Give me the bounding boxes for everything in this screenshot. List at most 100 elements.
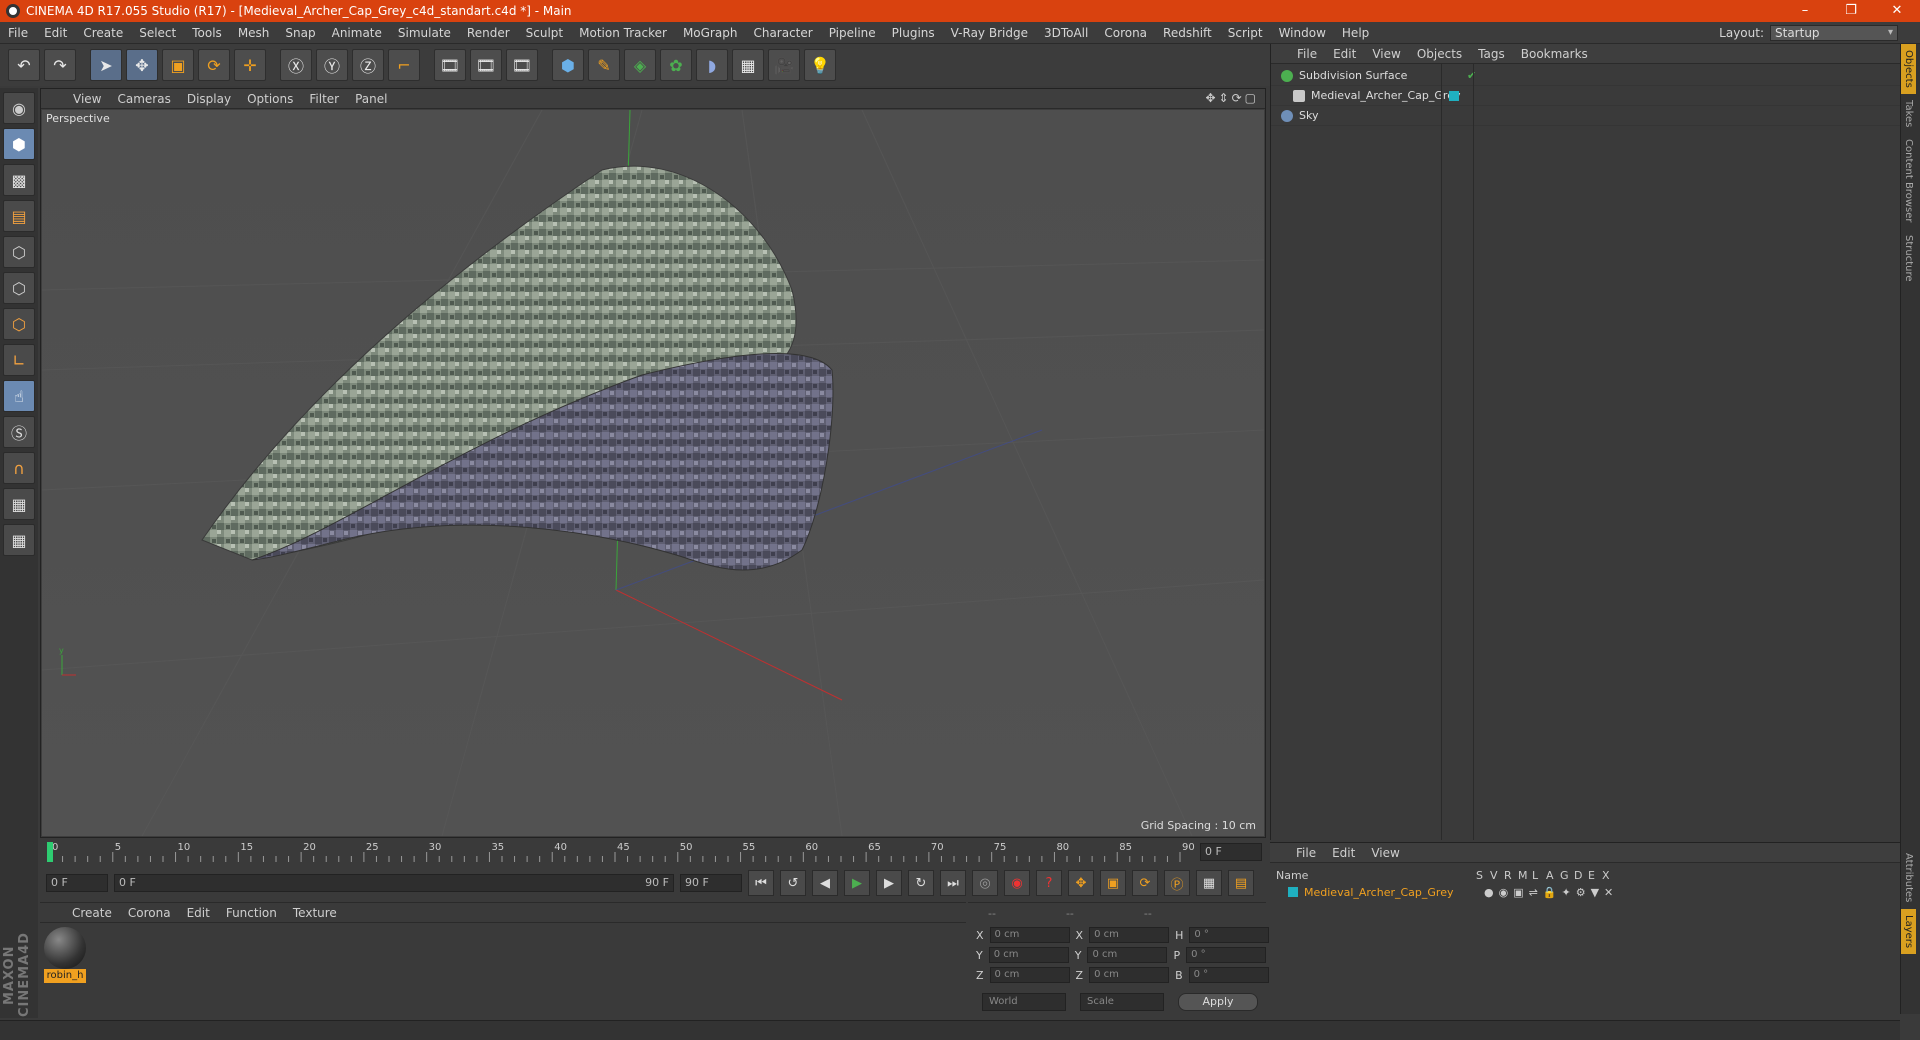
key-position-icon[interactable]: ✥: [1068, 870, 1094, 896]
x-axis-icon[interactable]: Ⓧ: [280, 49, 312, 81]
restore-button[interactable]: ❐: [1828, 0, 1874, 22]
material-menu-function[interactable]: Function: [218, 906, 285, 920]
position-x-field[interactable]: 0 cm: [989, 927, 1070, 943]
menu-render[interactable]: Render: [459, 26, 518, 40]
viewport-menu-view[interactable]: View: [65, 92, 109, 106]
mograph-cloner-icon[interactable]: ✿: [660, 49, 692, 81]
tab-takes[interactable]: Takes: [1901, 94, 1916, 133]
scale-icon[interactable]: ▣: [162, 49, 194, 81]
om-menu-view[interactable]: View: [1364, 47, 1408, 61]
material-swatch[interactable]: robin_h: [44, 927, 86, 983]
end-frame-field[interactable]: 90 F: [680, 874, 742, 892]
key-rotation-icon[interactable]: ⟳: [1132, 870, 1158, 896]
tab-attributes[interactable]: Attributes: [1901, 847, 1916, 908]
autokey-icon[interactable]: ◉: [1004, 870, 1030, 896]
transform-icon[interactable]: ✛: [234, 49, 266, 81]
workplane-lock-icon[interactable]: ▦: [3, 488, 35, 520]
render-view-icon[interactable]: 🎞: [434, 49, 466, 81]
key-pla-icon[interactable]: ▦: [1196, 870, 1222, 896]
menu-corona[interactable]: Corona: [1096, 26, 1155, 40]
material-menu-create[interactable]: Create: [64, 906, 120, 920]
om-menu-bookmarks[interactable]: Bookmarks: [1513, 47, 1596, 61]
menu-file[interactable]: File: [0, 26, 36, 40]
key-param-icon[interactable]: Ⓟ: [1164, 870, 1190, 896]
menu-mograph[interactable]: MoGraph: [675, 26, 746, 40]
layer-flags-icons[interactable]: ●◉▣⇌🔒✦⚙▼✕: [1484, 886, 1618, 899]
render-settings-icon[interactable]: 🎞: [506, 49, 538, 81]
prev-frame-icon[interactable]: ◀: [812, 870, 838, 896]
texture-mode-icon[interactable]: ▩: [3, 164, 35, 196]
rotation-h-field[interactable]: 0 °: [1189, 927, 1270, 943]
viewport-menu-filter[interactable]: Filter: [301, 92, 347, 106]
tab-structure[interactable]: Structure: [1901, 229, 1916, 288]
menu-simulate[interactable]: Simulate: [390, 26, 459, 40]
menu-window[interactable]: Window: [1271, 26, 1334, 40]
lm-menu-file[interactable]: File: [1288, 846, 1324, 860]
viewport-menu-cameras[interactable]: Cameras: [109, 92, 178, 106]
play-icon[interactable]: ▶: [844, 870, 870, 896]
scale-dropdown[interactable]: Scale: [1080, 993, 1164, 1011]
viewport-menu-panel[interactable]: Panel: [347, 92, 395, 106]
tab-content-browser[interactable]: Content Browser: [1901, 133, 1916, 228]
undo-icon[interactable]: ↶: [8, 49, 40, 81]
layer-color-icon[interactable]: [1288, 887, 1298, 897]
close-button[interactable]: ✕: [1874, 0, 1920, 22]
magnet-icon[interactable]: ∩: [3, 452, 35, 484]
key-scale-icon[interactable]: ▣: [1100, 870, 1126, 896]
viewport-menu-display[interactable]: Display: [179, 92, 239, 106]
deformer-icon[interactable]: ◗: [696, 49, 728, 81]
position-y-field[interactable]: 0 cm: [988, 947, 1069, 963]
menu-v-ray-bridge[interactable]: V-Ray Bridge: [943, 26, 1036, 40]
material-menu-texture[interactable]: Texture: [285, 906, 345, 920]
subdivision-icon[interactable]: ◈: [624, 49, 656, 81]
redo-icon[interactable]: ↷: [44, 49, 76, 81]
z-axis-icon[interactable]: Ⓩ: [352, 49, 384, 81]
material-tag-icon[interactable]: [1449, 90, 1459, 101]
light-icon[interactable]: 💡: [804, 49, 836, 81]
pen-spline-icon[interactable]: ✎: [588, 49, 620, 81]
minimize-button[interactable]: –: [1782, 0, 1828, 22]
axis-mode-icon[interactable]: ∟: [3, 344, 35, 376]
om-menu-tags[interactable]: Tags: [1470, 47, 1513, 61]
polygons-mode-icon[interactable]: ⬡: [3, 308, 35, 340]
viewport-nav-icons[interactable]: ✥⇕⟳▢: [1205, 91, 1259, 105]
layout-dropdown[interactable]: Startup: [1770, 25, 1898, 41]
lm-menu-edit[interactable]: Edit: [1324, 846, 1363, 860]
render-picture-viewer-icon[interactable]: 🎞: [470, 49, 502, 81]
grid-snap-icon[interactable]: ▦: [3, 524, 35, 556]
material-menu-edit[interactable]: Edit: [179, 906, 218, 920]
camera-icon[interactable]: 🎥: [768, 49, 800, 81]
workplane-icon[interactable]: ▤: [3, 200, 35, 232]
points-mode-icon[interactable]: ⬡: [3, 236, 35, 268]
move-icon[interactable]: ✥: [126, 49, 158, 81]
menu-pipeline[interactable]: Pipeline: [821, 26, 884, 40]
menu-sculpt[interactable]: Sculpt: [518, 26, 571, 40]
menu-motion-tracker[interactable]: Motion Tracker: [571, 26, 675, 40]
next-key-icon[interactable]: ↻: [908, 870, 934, 896]
model-mode-icon[interactable]: ⬢: [3, 128, 35, 160]
menu-plugins[interactable]: Plugins: [884, 26, 943, 40]
playhead-marker[interactable]: [47, 842, 53, 862]
size-y-field[interactable]: 0 cm: [1087, 947, 1168, 963]
menu-help[interactable]: Help: [1334, 26, 1377, 40]
goto-end-icon[interactable]: ⏭: [940, 870, 966, 896]
menu-edit[interactable]: Edit: [36, 26, 75, 40]
lm-menu-view[interactable]: View: [1363, 846, 1407, 860]
keyframe-selection-icon[interactable]: ?: [1036, 870, 1062, 896]
timeline-ruler[interactable]: 0 5 10 15 20 25 30 35 40 45 50 55 60 65 70 75 80 85 90 0 F: [40, 840, 1266, 864]
object-row-subdivision[interactable]: Subdivision Surface ✔: [1271, 66, 1901, 86]
om-menu-edit[interactable]: Edit: [1325, 47, 1364, 61]
menu-character[interactable]: Character: [745, 26, 820, 40]
object-row-cap[interactable]: Medieval_Archer_Cap_Grey: [1271, 86, 1901, 106]
select-arrow-icon[interactable]: ➤: [90, 49, 122, 81]
frame-range-slider[interactable]: 0 F 90 F: [114, 874, 674, 892]
om-menu-file[interactable]: File: [1289, 47, 1325, 61]
3d-viewport[interactable]: y Perspective Grid Spacing : 10 cm: [42, 110, 1264, 836]
menu-create[interactable]: Create: [75, 26, 131, 40]
menu-redshift[interactable]: Redshift: [1155, 26, 1220, 40]
next-frame-icon[interactable]: ▶: [876, 870, 902, 896]
apply-button[interactable]: Apply: [1178, 993, 1258, 1011]
object-row-sky[interactable]: Sky: [1271, 106, 1901, 126]
y-axis-icon[interactable]: Ⓨ: [316, 49, 348, 81]
floor-icon[interactable]: ▦: [732, 49, 764, 81]
